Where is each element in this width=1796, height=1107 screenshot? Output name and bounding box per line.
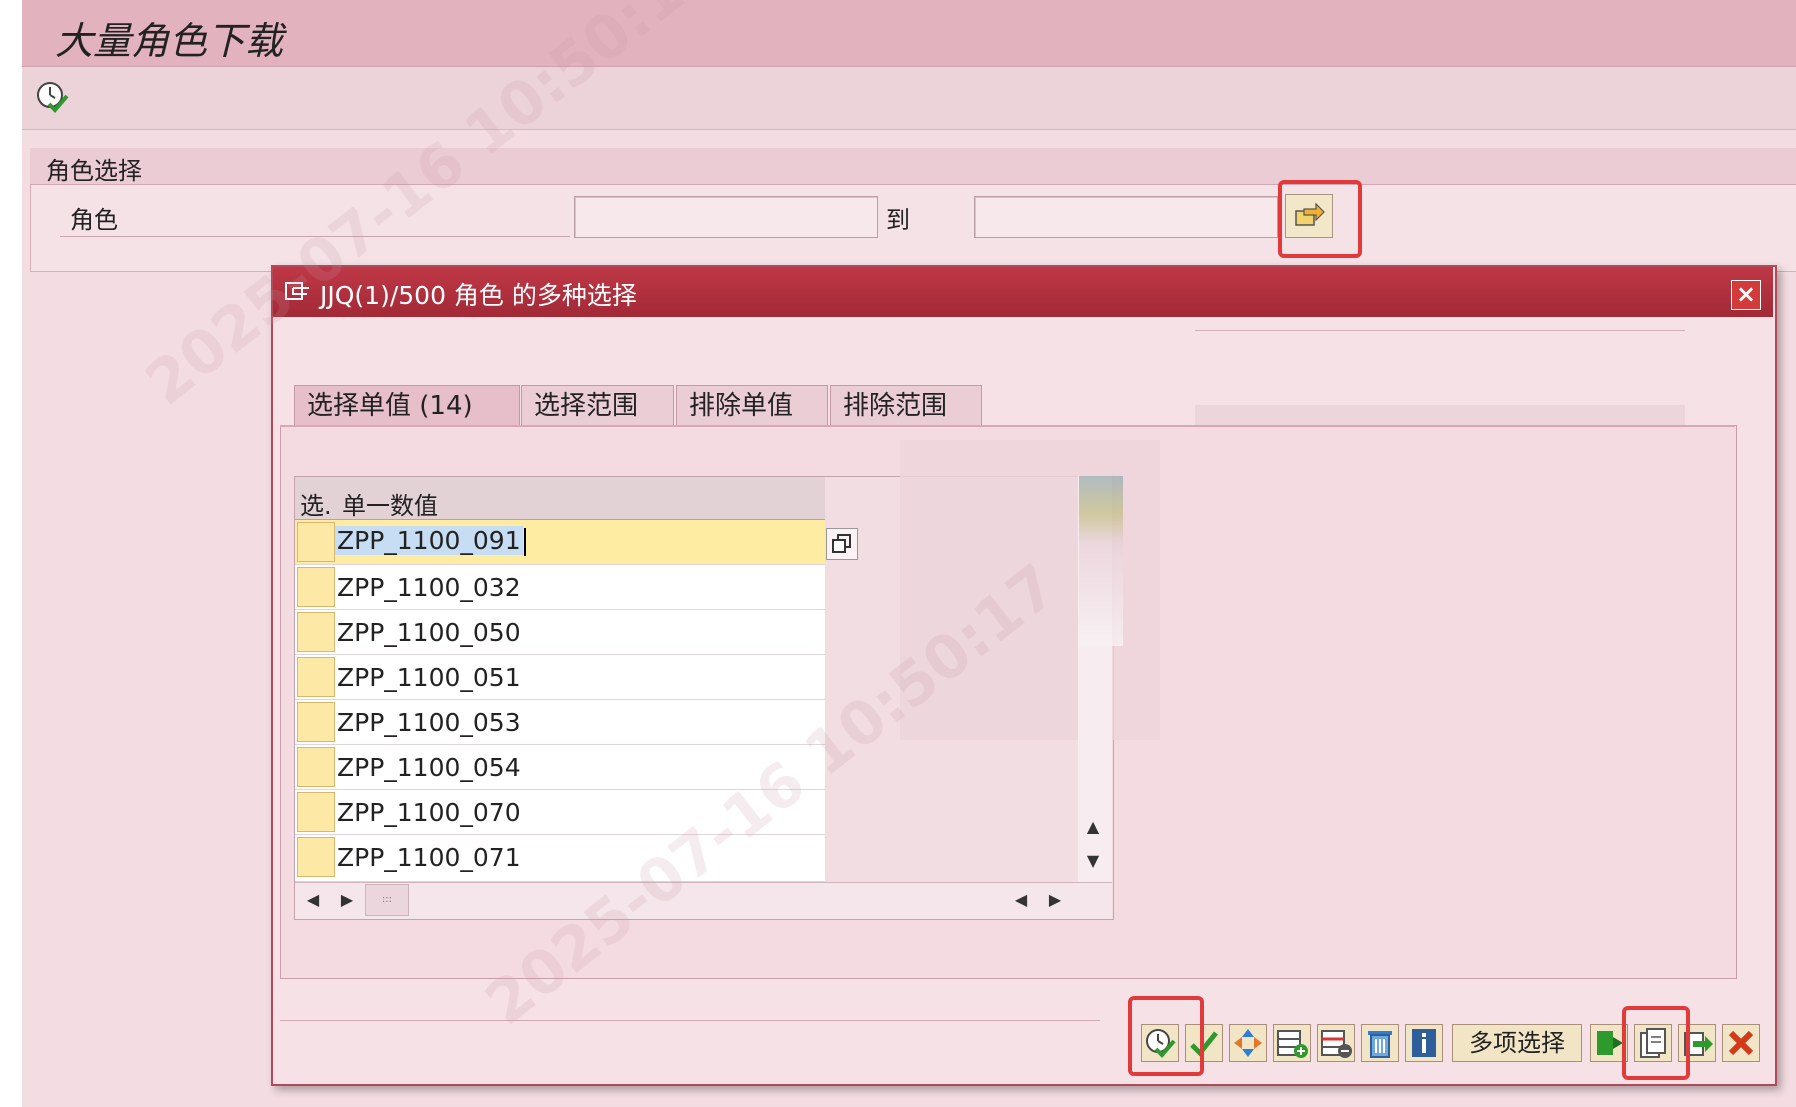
scroll-left-icon[interactable]: ◀	[298, 886, 328, 914]
row-selector[interactable]	[297, 747, 335, 787]
row-selector[interactable]	[297, 522, 335, 562]
value-help-icon[interactable]	[826, 528, 858, 560]
text-cursor	[523, 528, 526, 556]
role-to-input[interactable]	[974, 196, 1278, 238]
tab-exclude-single-values[interactable]: 排除单值	[676, 385, 828, 425]
group-title: 角色选择	[46, 157, 142, 185]
table-row[interactable]: ZPP_1100_091	[295, 520, 825, 565]
column-header-value: 单一数值	[342, 492, 438, 520]
toolbar-separator	[280, 1020, 1100, 1021]
horizontal-scroll-thumb[interactable]: :::	[365, 884, 409, 916]
row-value[interactable]: ZPP_1100_091	[335, 526, 523, 555]
table-row[interactable]: ZPP_1100_051	[295, 655, 825, 700]
scroll-left-icon[interactable]: ◀	[1006, 886, 1036, 914]
tab-select-ranges[interactable]: 选择范围	[521, 385, 674, 425]
role-label: 角色	[70, 206, 118, 234]
row-selector[interactable]	[297, 567, 335, 607]
sort-icon	[1234, 1029, 1262, 1057]
scroll-down-icon[interactable]: ▼	[1078, 846, 1108, 876]
row-value[interactable]: ZPP_1100_070	[337, 798, 521, 827]
row-selector[interactable]	[297, 657, 335, 697]
application-toolbar	[22, 67, 1796, 130]
row-value[interactable]: ZPP_1100_051	[337, 663, 521, 692]
row-selector[interactable]	[297, 792, 335, 832]
info-icon	[1412, 1029, 1436, 1057]
row-selector[interactable]	[297, 837, 335, 877]
row-value-cell[interactable]: ZPP_1100_091	[335, 526, 526, 556]
selection-group-header	[30, 148, 1796, 185]
row-value[interactable]: ZPP_1100_050	[337, 618, 521, 647]
info-button[interactable]	[1405, 1024, 1443, 1062]
left-border	[0, 0, 22, 1107]
highlight-box	[1128, 996, 1204, 1076]
execute-icon[interactable]	[35, 80, 69, 114]
scroll-right-icon[interactable]: ▶	[1040, 886, 1070, 914]
delete-row-button[interactable]	[1317, 1024, 1355, 1062]
cancel-icon	[1728, 1030, 1754, 1056]
tab-panel-border	[280, 425, 1735, 427]
dialog-title: JJQ(1)/500 角色 的多种选择	[320, 281, 637, 310]
highlight-box	[1622, 1006, 1690, 1080]
scroll-up-icon[interactable]: ▲	[1078, 812, 1108, 842]
scrollbar-thumb[interactable]	[1079, 476, 1123, 646]
row-value[interactable]: ZPP_1100_071	[337, 843, 521, 872]
table-row[interactable]: ZPP_1100_032	[295, 565, 825, 610]
tab-select-single-values[interactable]: 选择单值 (14)	[294, 385, 520, 425]
column-header-select: 选.	[300, 492, 332, 520]
row-value[interactable]: ZPP_1100_053	[337, 708, 521, 737]
blurred-area-line	[1195, 330, 1685, 331]
trash-icon	[1368, 1031, 1392, 1058]
highlight-box	[1278, 180, 1362, 258]
role-from-input[interactable]	[574, 196, 878, 238]
close-icon[interactable]: ×	[1731, 280, 1761, 310]
row-value[interactable]: ZPP_1100_054	[337, 753, 521, 782]
sort-button[interactable]	[1229, 1024, 1267, 1062]
delete-row-icon	[1321, 1030, 1352, 1058]
insert-row-icon	[1277, 1030, 1308, 1058]
cancel-button[interactable]	[1722, 1024, 1760, 1062]
row-selector[interactable]	[297, 702, 335, 742]
row-selector[interactable]	[297, 612, 335, 652]
row-value[interactable]: ZPP_1100_032	[337, 573, 521, 602]
to-label: 到	[886, 206, 910, 234]
insert-row-button[interactable]	[1273, 1024, 1311, 1062]
tab-exclude-ranges[interactable]: 排除范围	[830, 385, 982, 425]
title-bar	[22, 0, 1796, 67]
table-row[interactable]: ZPP_1100_053	[295, 700, 825, 745]
multiple-selection-text-button[interactable]: 多项选择	[1452, 1024, 1582, 1062]
scroll-right-icon[interactable]: ▶	[332, 886, 362, 914]
page-title: 大量角色下载	[55, 19, 284, 63]
table-row[interactable]: ZPP_1100_050	[295, 610, 825, 655]
delete-all-button[interactable]	[1361, 1024, 1399, 1062]
